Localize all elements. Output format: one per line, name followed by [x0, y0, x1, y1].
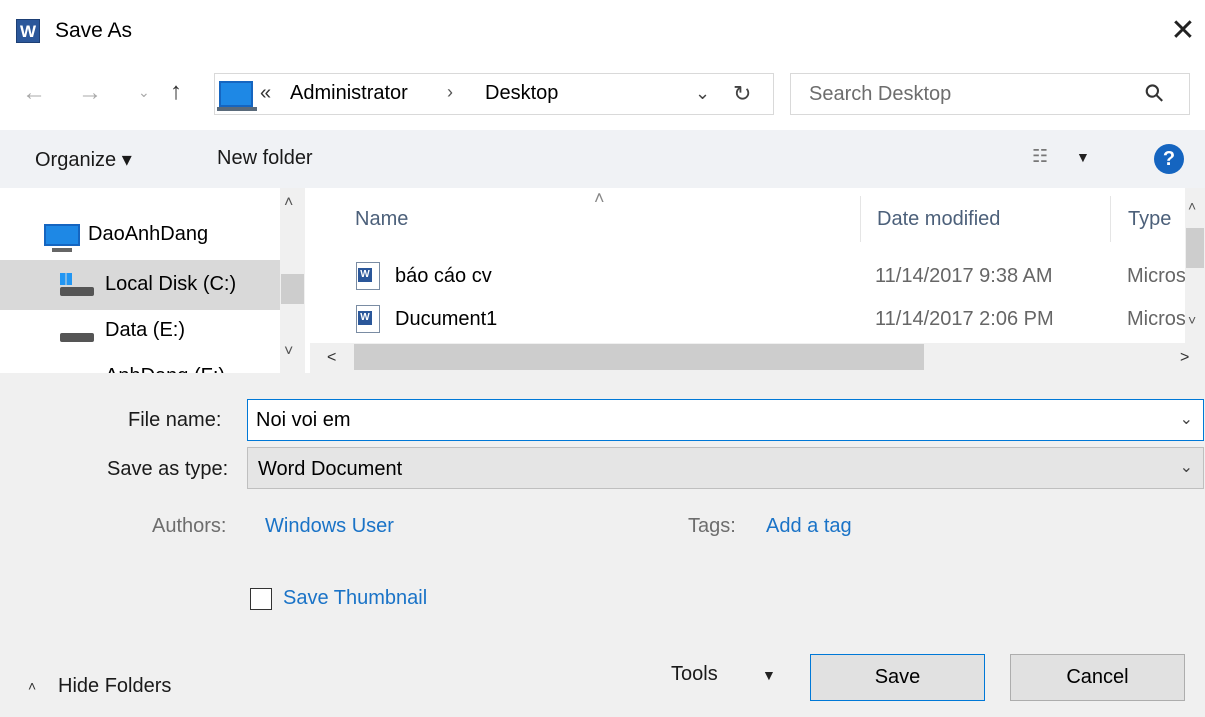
back-arrow-icon[interactable]: ← [22, 79, 46, 107]
save-thumbnail-checkbox[interactable] [250, 588, 272, 610]
sidebar-item-daoanhdang[interactable]: DaoAnhDang [0, 210, 280, 260]
chevron-up-icon[interactable]: ˄ [28, 678, 36, 694]
column-divider[interactable] [860, 196, 861, 242]
view-options-icon[interactable]: ☷ [1032, 146, 1048, 167]
column-header-date-modified[interactable]: Date modified [877, 208, 1000, 231]
vertical-scroll-thumb[interactable] [1186, 228, 1204, 268]
file-date-modified: 11/14/2017 9:38 AM [875, 265, 1053, 287]
file-type: Microsoft Word Document [1127, 308, 1187, 330]
tags-label: Tags: [688, 515, 736, 537]
sidebar-item-data-e[interactable]: Data (E:) [0, 306, 280, 356]
scroll-left-icon[interactable]: < [327, 349, 336, 367]
file-name-combobox[interactable]: ⌄ [247, 399, 1204, 441]
address-bar[interactable]: « Administrator › Desktop ⌄ ↻ [214, 73, 774, 115]
save-as-type-select[interactable]: Word Document ⌄ [247, 447, 1204, 489]
search-placeholder: Search Desktop [809, 83, 952, 105]
chevron-down-icon[interactable]: ⌄ [1180, 457, 1193, 477]
window-title: Save As [55, 19, 133, 42]
sidebar-item-anhdang-f[interactable]: AnhDang (F:) [0, 352, 280, 373]
save-as-type-label: Save as type: [107, 458, 229, 480]
computer-icon [44, 224, 80, 252]
file-date-modified: 11/14/2017 2:06 PM [875, 308, 1054, 330]
file-name: báo cáo cv [395, 265, 492, 287]
sidebar-item-label: DaoAnhDang [88, 223, 209, 245]
save-button[interactable]: Save [810, 654, 985, 701]
authors-label: Authors: [152, 515, 227, 537]
navigation-pane: DaoAnhDang Local Disk (C:) Data (E:) Anh… [0, 188, 305, 373]
word-document-icon [356, 262, 380, 290]
file-type: Microsoft Word Document [1127, 265, 1187, 287]
save-thumbnail-label[interactable]: Save Thumbnail [283, 587, 427, 610]
help-icon[interactable]: ? [1154, 144, 1184, 174]
save-as-type-value: Word Document [258, 458, 403, 480]
column-divider[interactable] [1110, 196, 1111, 242]
scroll-down-icon[interactable]: ˅ [1188, 312, 1196, 328]
sidebar-item-label: Local Disk (C:) [105, 273, 237, 295]
file-name-label: File name: [128, 409, 222, 431]
breadcrumb-administrator[interactable]: Administrator [290, 82, 408, 105]
drive-icon [60, 333, 94, 342]
scroll-up-icon[interactable]: ˄ [1188, 198, 1196, 214]
scroll-down-icon[interactable]: ˅ [284, 343, 293, 361]
view-dropdown-icon[interactable]: ▼ [1076, 149, 1090, 165]
tools-menu-button[interactable]: Tools [671, 663, 718, 686]
refresh-icon[interactable]: ↻ [733, 81, 751, 107]
up-arrow-icon[interactable]: ↑ [170, 78, 182, 106]
cancel-button[interactable]: Cancel [1010, 654, 1185, 701]
tags-field[interactable]: Add a tag [766, 515, 852, 538]
column-header-name[interactable]: Name [355, 208, 408, 231]
close-button[interactable]: ✕ [1165, 14, 1201, 50]
computer-icon [217, 81, 257, 111]
sidebar-item-local-disk-c[interactable]: Local Disk (C:) [0, 260, 280, 310]
address-overflow-icon[interactable]: « [260, 82, 271, 105]
file-list: ˄ Name Date modified Type báo cáo cv 11/… [310, 188, 1205, 373]
file-name: Ducument1 [395, 308, 498, 330]
horizontal-scroll-thumb[interactable] [354, 344, 924, 370]
file-name-field[interactable] [256, 400, 1156, 440]
forward-arrow-icon[interactable]: → [78, 79, 102, 107]
word-app-icon: W [16, 19, 40, 43]
tools-dropdown-icon[interactable]: ▼ [762, 667, 776, 683]
windows-drive-icon [60, 273, 94, 296]
save-options-panel: File name: ⌄ Save as type: Word Document… [0, 373, 1205, 717]
chevron-down-icon[interactable]: ⌄ [1180, 409, 1193, 429]
scroll-right-icon[interactable]: > [1180, 349, 1189, 367]
authors-field[interactable]: Windows User [265, 515, 394, 538]
scroll-up-icon[interactable]: ˄ [284, 194, 293, 212]
title-bar: W Save As ✕ [0, 0, 1205, 64]
sort-ascending-icon: ˄ [594, 188, 605, 208]
breadcrumb-desktop[interactable]: Desktop [485, 82, 558, 105]
new-folder-button[interactable]: New folder [217, 147, 313, 170]
recent-locations-chevron-icon[interactable]: ⌄ [138, 84, 150, 101]
search-input[interactable]: Search Desktop ⚲ [790, 73, 1190, 115]
toolbar: Organize ▾ New folder ☷ ▼ ? [0, 130, 1205, 188]
column-header-type[interactable]: Type [1128, 208, 1171, 231]
file-row[interactable]: Ducument1 11/14/2017 2:06 PM Microsoft W… [350, 299, 1187, 339]
sidebar-item-label: Data (E:) [105, 319, 186, 341]
breadcrumb-separator-icon[interactable]: › [447, 82, 453, 103]
chevron-down-icon[interactable]: ⌄ [695, 83, 710, 104]
sidebar-scroll-thumb[interactable] [281, 274, 304, 304]
word-document-icon [356, 305, 380, 333]
organize-menu-button[interactable]: Organize ▾ [35, 147, 132, 172]
file-row[interactable]: báo cáo cv 11/14/2017 9:38 AM Microsoft … [350, 256, 1187, 296]
hide-folders-button[interactable]: Hide Folders [58, 675, 171, 698]
search-icon[interactable]: ⚲ [1138, 77, 1171, 110]
sidebar-item-label: AnhDang (F:) [105, 365, 225, 373]
